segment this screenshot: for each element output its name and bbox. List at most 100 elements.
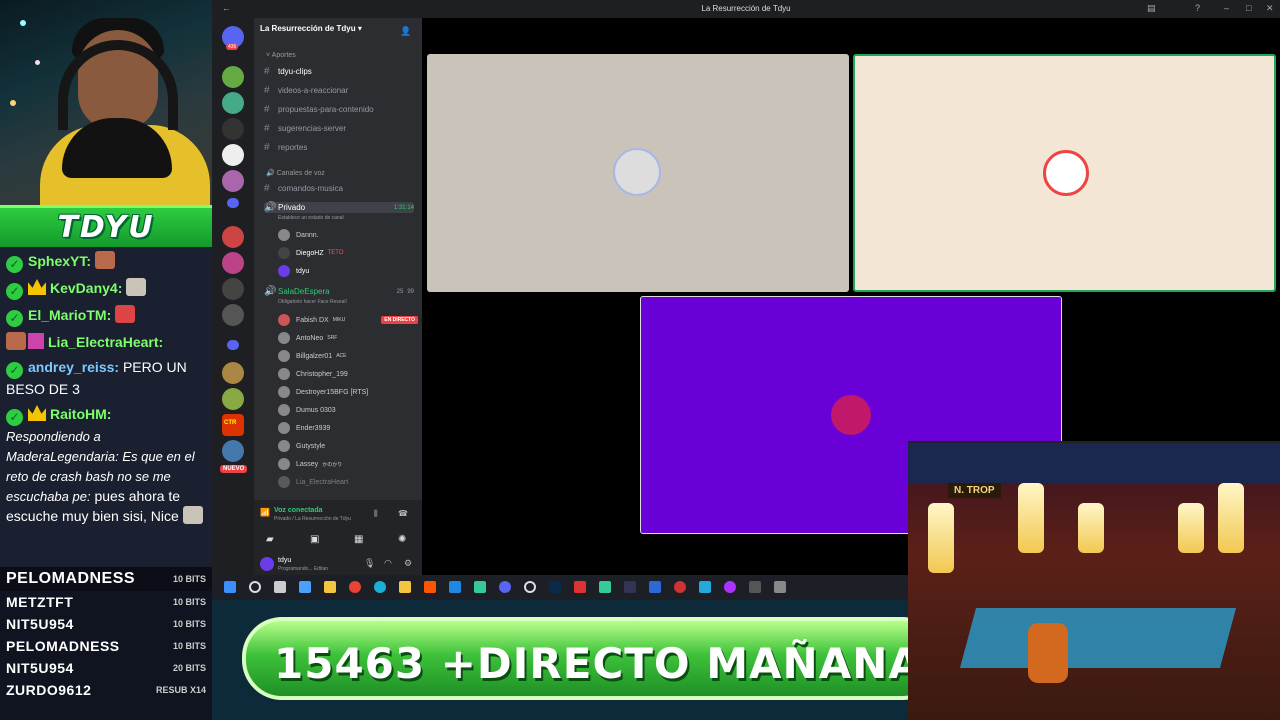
channel-status[interactable]: Establece un estado de canal — [278, 215, 344, 221]
app-icon[interactable] — [299, 581, 311, 593]
soundboard-icon[interactable]: ✺ — [398, 534, 406, 545]
voice-user[interactable]: Destroyer15BFG [RTS] — [278, 386, 418, 398]
chat-message: ✓ El_MarioTM: — [6, 305, 206, 327]
brave-icon[interactable] — [424, 581, 436, 593]
app-icon[interactable] — [574, 581, 586, 593]
server-icon[interactable] — [222, 118, 244, 140]
app-icon[interactable] — [674, 581, 686, 593]
screen-share-icon[interactable]: ▣ — [310, 534, 319, 545]
voice-user[interactable]: AntoNeo SRF — [278, 332, 418, 344]
participant-tile-speaking[interactable] — [853, 54, 1276, 292]
app-icon[interactable] — [699, 581, 711, 593]
close-icon[interactable]: ✕ — [1266, 3, 1274, 14]
noise-icon[interactable]: ⫼ — [374, 509, 378, 519]
user-panel: tdyu Programando... Editan 🎙 ◠ ⚙ — [254, 554, 422, 575]
server-icon[interactable] — [222, 440, 244, 462]
minimize-icon[interactable]: – — [1224, 3, 1229, 13]
check-icon: ✓ — [6, 409, 23, 426]
help-icon[interactable]: ? — [1195, 3, 1200, 13]
store-icon[interactable] — [399, 581, 411, 593]
participant-tile[interactable] — [427, 54, 849, 292]
avatar — [278, 404, 290, 416]
voice-user[interactable]: Lia_ElectraHeart — [278, 476, 418, 488]
server-icon[interactable] — [222, 144, 244, 166]
voice-channel-path: Privado / La Resurrección de Tdyu — [274, 516, 351, 522]
app-icon[interactable] — [749, 581, 761, 593]
voice-user[interactable]: Dannn. — [278, 229, 418, 241]
add-member-icon[interactable]: 👤 — [400, 26, 411, 37]
voice-user[interactable]: DiegoHZ TETO — [278, 247, 418, 259]
photoshop-icon[interactable] — [549, 581, 561, 593]
voice-user[interactable]: tdyu — [278, 265, 418, 277]
headset-icon[interactable]: ◠ — [384, 558, 392, 569]
edge-icon[interactable] — [374, 581, 386, 593]
server-icon[interactable] — [222, 252, 244, 274]
bit-row: NIT5U954 10 BITS — [6, 616, 206, 632]
mentions-badge: 436 — [226, 44, 239, 50]
task-view-icon[interactable] — [274, 581, 286, 593]
server-icon[interactable] — [222, 388, 244, 410]
voice-user[interactable]: Billgalzer01 ACE — [278, 350, 418, 362]
maximize-icon[interactable]: □ — [1246, 3, 1251, 13]
folder-icon[interactable] — [227, 340, 239, 350]
server-name[interactable]: La Resurrección de Tdyu ▾ — [260, 24, 362, 33]
channel-sugerencias[interactable]: # sugerencias-server — [264, 123, 414, 134]
steam-icon[interactable] — [624, 581, 636, 593]
activities-icon[interactable]: ▦ — [354, 534, 363, 545]
server-icon[interactable] — [222, 170, 244, 192]
app-icon[interactable] — [599, 581, 611, 593]
channel-tdyu-clips[interactable]: # tdyu-clips — [264, 66, 414, 77]
server-icon[interactable] — [222, 278, 244, 300]
app-icon[interactable] — [474, 581, 486, 593]
game-floor — [959, 608, 1237, 668]
server-icon[interactable] — [222, 66, 244, 88]
app-icon[interactable] — [774, 581, 786, 593]
category-aportes[interactable]: ˅ Aportes — [266, 52, 296, 59]
voice-user[interactable]: Gutystyle — [278, 440, 418, 452]
obs-icon[interactable] — [724, 581, 736, 593]
inbox-icon[interactable]: ▤ — [1147, 3, 1156, 14]
search-icon[interactable] — [249, 581, 261, 593]
server-icon[interactable] — [222, 304, 244, 326]
lantern — [1078, 503, 1104, 553]
avatar[interactable] — [260, 557, 274, 571]
channel-comandos[interactable]: # comandos-musica — [264, 183, 414, 194]
webcam-feed — [0, 0, 212, 205]
username[interactable]: tdyu — [278, 557, 291, 564]
crown-icon — [28, 405, 46, 421]
server-icon[interactable] — [222, 92, 244, 114]
server-icon[interactable] — [222, 226, 244, 248]
voice-channel-privado[interactable]: 🔊 Privado 1:31:14 — [264, 202, 414, 213]
app-icon[interactable] — [649, 581, 661, 593]
signal-icon[interactable]: 📶 — [260, 508, 270, 517]
start-icon[interactable] — [224, 581, 236, 593]
title-bar: ← La Resurrección de Tdyu ▤ ? – □ ✕ — [212, 0, 1280, 18]
channel-propuestas[interactable]: # propuestas-para-contenido — [264, 104, 414, 115]
channel-list: La Resurrección de Tdyu ▾ 👤 ˅ Aportes # t… — [254, 18, 422, 575]
voice-user[interactable]: Christopher_199 — [278, 368, 418, 380]
avatar — [278, 332, 290, 344]
mic-icon[interactable]: 🎙 — [364, 558, 375, 569]
lantern — [1178, 503, 1204, 553]
channel-reportes[interactable]: # reportes — [264, 142, 414, 153]
voice-user[interactable]: Dumus 0303 — [278, 404, 418, 416]
camera-icon[interactable]: ▰ — [266, 534, 274, 545]
voice-channel-sala[interactable]: 🔊 SalaDeEspera 25 99 — [264, 286, 414, 297]
live-badge: EN DIRECTO — [381, 316, 418, 324]
voice-user[interactable]: Fabish DX MIKU EN DIRECTO — [278, 314, 418, 326]
chrome-icon[interactable] — [349, 581, 361, 593]
disconnect-icon[interactable]: ☎ — [398, 509, 408, 518]
server-icon[interactable] — [222, 362, 244, 384]
app-icon[interactable] — [449, 581, 461, 593]
voice-user[interactable]: Lassey かのかり — [278, 458, 418, 470]
folder-icon[interactable] — [227, 198, 239, 208]
server-sidebar: 436 CTR NUEVO — [212, 18, 254, 575]
clock-icon[interactable] — [524, 581, 536, 593]
category-voz[interactable]: 🔊 Canales de voz — [266, 169, 325, 177]
voice-user[interactable]: Ender3939 — [278, 422, 418, 434]
settings-icon[interactable]: ⚙ — [404, 558, 412, 569]
discord-icon[interactable] — [499, 581, 511, 593]
channel-videos[interactable]: # videos-a-reaccionar — [264, 85, 414, 96]
game-boss-label: N. TROP — [948, 483, 1001, 498]
folder-icon[interactable] — [324, 581, 336, 593]
